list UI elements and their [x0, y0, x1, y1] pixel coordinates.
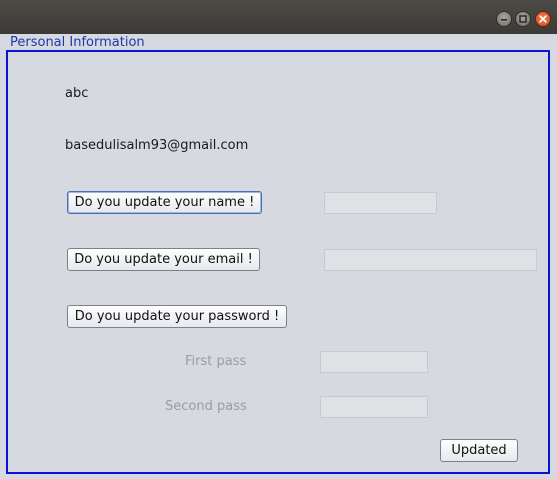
window-titlebar[interactable]	[0, 0, 557, 34]
minimize-icon[interactable]	[496, 11, 512, 27]
current-name: abc	[65, 86, 89, 101]
first-pass-field[interactable]	[320, 351, 428, 373]
update-name-button[interactable]: Do you update your name !	[67, 191, 262, 214]
updated-button[interactable]: Updated	[440, 439, 518, 462]
close-icon[interactable]	[535, 11, 551, 27]
first-pass-label: First pass	[185, 354, 247, 369]
current-email: basedulisalm93@gmail.com	[65, 138, 249, 153]
second-pass-field[interactable]	[320, 396, 428, 418]
email-field[interactable]	[324, 249, 537, 271]
second-pass-label: Second pass	[165, 399, 247, 414]
update-email-button[interactable]: Do you update your email !	[67, 248, 260, 271]
panel-title: Personal Information	[10, 35, 145, 50]
name-field[interactable]	[324, 192, 437, 214]
update-password-button[interactable]: Do you update your password !	[67, 305, 287, 328]
maximize-icon[interactable]	[515, 11, 531, 27]
